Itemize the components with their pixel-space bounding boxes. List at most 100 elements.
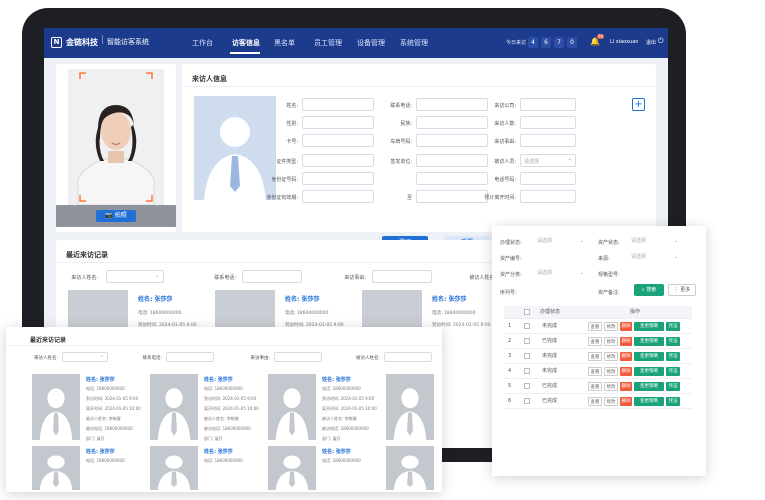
form-field[interactable] — [302, 134, 374, 147]
asset-filter-input[interactable] — [628, 286, 631, 298]
row-action-button[interactable]: 删除 — [620, 382, 632, 391]
asset-filter-label: 办理状态: — [500, 240, 522, 246]
asset-filter-input[interactable]: 请选择 ⌄ — [534, 268, 586, 280]
asset-filter-input[interactable] — [534, 286, 586, 298]
form-field[interactable] — [520, 172, 576, 185]
row-action-button[interactable]: 凭证 — [666, 352, 680, 361]
form-field[interactable] — [416, 190, 488, 203]
visitor-name[interactable]: 姓名: 张莎莎 — [322, 448, 351, 455]
overlay-filter-phone[interactable] — [166, 352, 214, 362]
row-action-button[interactable]: 凭证 — [666, 397, 680, 406]
visitor-name[interactable]: 姓名: 张莎莎 — [86, 376, 115, 383]
more-button[interactable]: ⋮ 更多 — [668, 284, 696, 296]
row-checkbox[interactable] — [524, 353, 530, 359]
asset-filter-input[interactable]: 请选择 ⌄ — [628, 236, 680, 248]
logout-link[interactable]: 退出 — [646, 39, 656, 46]
form-field[interactable] — [302, 98, 374, 111]
filter-visitor-name[interactable]: ⌄ — [106, 270, 164, 283]
visitor-name[interactable]: 姓名: 张莎莎 — [204, 448, 233, 455]
form-field[interactable] — [302, 172, 374, 185]
row-action-button[interactable]: 修改 — [604, 397, 618, 406]
nav-visitor-info[interactable]: 访客信息 — [232, 38, 260, 48]
form-field[interactable] — [520, 134, 576, 147]
nav-staff[interactable]: 员工管理 — [314, 38, 342, 48]
form-field[interactable] — [520, 98, 576, 111]
row-checkbox[interactable] — [524, 368, 530, 374]
visitor-name[interactable]: 姓名: 张莎莎 — [432, 294, 467, 303]
select-all-checkbox[interactable] — [524, 309, 530, 315]
row-action-button[interactable]: 凭证 — [666, 382, 680, 391]
form-label: 预计离开时间: — [484, 195, 516, 201]
row-action-button[interactable]: 变更策略 — [634, 382, 664, 391]
row-action-button[interactable]: 凭证 — [666, 337, 680, 346]
chevron-down-icon: ⌄ — [154, 273, 159, 279]
search-button[interactable]: ⌕ 搜索 — [634, 284, 664, 296]
add-company-button[interactable]: + — [632, 98, 645, 111]
asset-filter-input[interactable] — [628, 268, 680, 280]
visitor-name[interactable]: 姓名: 张莎莎 — [204, 376, 233, 383]
notification-badge: 99 — [597, 34, 605, 39]
form-field[interactable] — [302, 190, 374, 203]
row-action-button[interactable]: 删除 — [620, 322, 632, 331]
row-checkbox[interactable] — [524, 323, 530, 329]
nav-blacklist[interactable]: 黑名单 — [274, 38, 295, 48]
row-checkbox[interactable] — [524, 383, 530, 389]
asset-filter-input[interactable]: 请选择 ⌄ — [628, 252, 680, 264]
visitor-name[interactable]: 姓名: 张莎莎 — [138, 294, 173, 303]
visitor-form-card: 来访人信息 — [182, 64, 656, 232]
row-action-button[interactable]: 修改 — [604, 352, 618, 361]
visitor-name[interactable]: 姓名: 张莎莎 — [86, 448, 115, 455]
row-action-button[interactable]: 修改 — [604, 367, 618, 376]
row-action-button[interactable]: 修改 — [604, 322, 618, 331]
overlay-filter-name[interactable]: ⌄ — [62, 352, 108, 362]
row-action-button[interactable]: 查看 — [588, 322, 602, 331]
nav-system[interactable]: 系统管理 — [400, 38, 428, 48]
visitor-phone: 电话: 18600000000 — [285, 311, 329, 316]
form-field[interactable] — [302, 116, 374, 129]
row-action-button[interactable]: 删除 — [620, 337, 632, 346]
form-field[interactable] — [416, 154, 488, 167]
filter-phone[interactable] — [242, 270, 302, 283]
form-field[interactable] — [520, 116, 576, 129]
filter-reason[interactable] — [372, 270, 432, 283]
row-action-button[interactable]: 变更策略 — [634, 397, 664, 406]
overlay-filter-reason[interactable] — [274, 352, 322, 362]
row-action-button[interactable]: 变更策略 — [634, 352, 664, 361]
row-action-button[interactable]: 查看 — [588, 337, 602, 346]
row-action-button[interactable]: 变更策略 — [634, 337, 664, 346]
row-action-button[interactable]: 凭证 — [666, 367, 680, 376]
row-action-button[interactable]: 变更策略 — [634, 367, 664, 376]
row-action-button[interactable]: 查看 — [588, 397, 602, 406]
form-field[interactable] — [302, 154, 374, 167]
user-name[interactable]: Li xiaoxuan — [610, 39, 638, 45]
form-field[interactable] — [416, 134, 488, 147]
row-action-button[interactable]: 修改 — [604, 382, 618, 391]
row-action-button[interactable]: 查看 — [588, 382, 602, 391]
nav-workbench[interactable]: 工作台 — [192, 38, 213, 48]
row-action-button[interactable]: 凭证 — [666, 322, 680, 331]
row-action-button[interactable]: 变更策略 — [634, 322, 664, 331]
nav-devices[interactable]: 设备管理 — [357, 38, 385, 48]
row-action-button[interactable]: 修改 — [604, 337, 618, 346]
row-checkbox[interactable] — [524, 398, 530, 404]
row-checkbox[interactable] — [524, 338, 530, 344]
visitor-name[interactable]: 姓名: 张莎莎 — [322, 376, 351, 383]
form-field[interactable] — [416, 116, 488, 129]
row-action-button[interactable]: 查看 — [588, 352, 602, 361]
form-field[interactable] — [520, 190, 576, 203]
id-photo-placeholder — [194, 96, 276, 200]
row-action-button[interactable]: 删除 — [620, 352, 632, 361]
asset-filter-label: 来源: — [598, 256, 610, 262]
overlay-filter-host[interactable] — [384, 352, 432, 362]
asset-filter-input[interactable] — [534, 252, 586, 264]
take-photo-button[interactable]: 📷 拍照 — [96, 210, 136, 222]
row-action-button[interactable]: 删除 — [620, 367, 632, 376]
row-action-button[interactable]: 删除 — [620, 397, 632, 406]
power-icon[interactable]: ⏻ — [658, 37, 664, 46]
row-action-button[interactable]: 查看 — [588, 367, 602, 376]
form-field[interactable] — [416, 172, 488, 185]
visitor-name[interactable]: 姓名: 张莎莎 — [285, 294, 320, 303]
form-field[interactable]: 请选择 ⌄ — [520, 154, 576, 167]
asset-filter-input[interactable]: 请选择 ⌄ — [534, 236, 586, 248]
form-field[interactable] — [416, 98, 488, 111]
